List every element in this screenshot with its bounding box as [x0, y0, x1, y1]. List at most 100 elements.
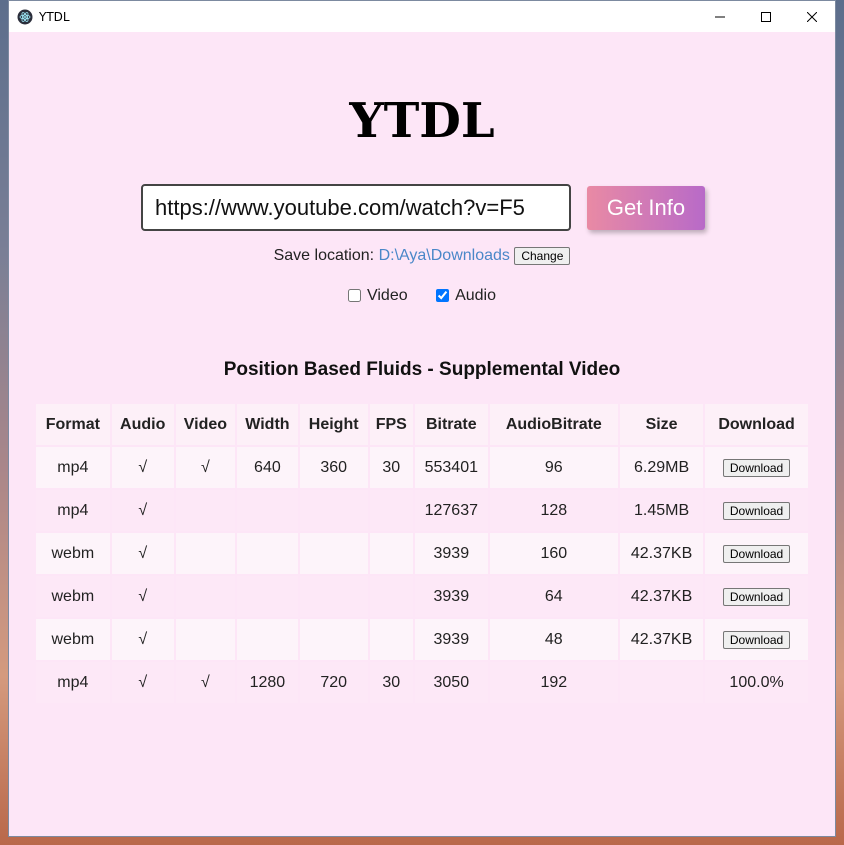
- cell-format: mp4: [36, 447, 110, 488]
- audio-option[interactable]: Audio: [436, 287, 496, 304]
- cell-bitrate: 3939: [415, 619, 488, 660]
- column-header: Bitrate: [415, 404, 488, 445]
- column-header: Size: [620, 404, 704, 445]
- cell-fps: [369, 576, 413, 617]
- cell-audio: √: [111, 576, 174, 617]
- cell-fps: [369, 533, 413, 574]
- cell-download: Download: [705, 576, 808, 617]
- cell-audio-bitrate: 192: [489, 662, 619, 703]
- cell-size: 1.45MB: [620, 490, 704, 531]
- save-location-row: Save location: D:\Aya\Downloads Change: [9, 247, 835, 265]
- cell-width: [237, 576, 298, 617]
- column-header: FPS: [369, 404, 413, 445]
- cell-download: Download: [705, 490, 808, 531]
- cell-audio-bitrate: 128: [489, 490, 619, 531]
- cell-audio: √: [111, 490, 174, 531]
- title-bar[interactable]: YTDL: [9, 1, 835, 32]
- cell-video: √: [175, 662, 236, 703]
- cell-width: [237, 533, 298, 574]
- cell-format: webm: [36, 576, 110, 617]
- cell-bitrate: 3050: [415, 662, 488, 703]
- page-title: YTDL: [349, 93, 495, 149]
- table-header-row: Format Audio Video Width Height FPS Bitr…: [36, 404, 808, 445]
- video-checkbox-label: Video: [366, 287, 408, 304]
- cell-height: [299, 533, 368, 574]
- download-button[interactable]: Download: [722, 544, 791, 563]
- table-row: webm √ 3939 48 42.37KB Download: [36, 619, 808, 660]
- cell-video: [175, 619, 236, 660]
- cell-height: [299, 576, 368, 617]
- cell-video: [175, 490, 236, 531]
- cell-width: [237, 619, 298, 660]
- cell-format: mp4: [36, 662, 110, 703]
- cell-bitrate: 553401: [415, 447, 488, 488]
- close-button[interactable]: [789, 1, 835, 32]
- url-row: Get Info: [141, 184, 705, 231]
- cell-size: 42.37KB: [620, 619, 704, 660]
- table-row: webm √ 3939 160 42.37KB Download: [36, 533, 808, 574]
- cell-format: mp4: [36, 490, 110, 531]
- column-header: Video: [175, 404, 236, 445]
- cell-width: [237, 490, 298, 531]
- get-info-button[interactable]: Get Info: [587, 185, 705, 230]
- electron-app-icon: [17, 9, 33, 24]
- cell-download: Download: [705, 447, 808, 488]
- cell-height: [299, 490, 368, 531]
- cell-width: 1280: [237, 662, 298, 703]
- column-header: Format: [36, 404, 110, 445]
- save-location-label: Save location:: [273, 247, 375, 265]
- cell-bitrate: 3939: [415, 576, 488, 617]
- download-button[interactable]: Download: [722, 630, 791, 649]
- cell-size: 42.37KB: [620, 533, 704, 574]
- change-location-button[interactable]: Change: [514, 247, 571, 265]
- cell-audio-bitrate: 96: [489, 447, 619, 488]
- cell-audio-bitrate: 48: [489, 619, 619, 660]
- table-row: mp4 √ √ 1280 720 30 3050 192 100.0%: [36, 662, 808, 703]
- cell-size: [620, 662, 704, 703]
- cell-download: Download: [705, 533, 808, 574]
- download-button[interactable]: Download: [722, 501, 791, 520]
- cell-audio-bitrate: 160: [489, 533, 619, 574]
- cell-download: Download: [705, 619, 808, 660]
- format-checkboxes: Video Audio: [9, 287, 835, 305]
- cell-fps: 30: [369, 447, 413, 488]
- save-location-path[interactable]: D:\Aya\Downloads: [379, 247, 510, 264]
- column-header: Width: [237, 404, 298, 445]
- audio-checkbox[interactable]: [436, 289, 450, 303]
- table-row: mp4 √ 127637 128 1.45MB Download: [36, 490, 808, 531]
- cell-width: 640: [237, 447, 298, 488]
- cell-height: [299, 619, 368, 660]
- cell-size: 42.37KB: [620, 576, 704, 617]
- cell-video: [175, 533, 236, 574]
- video-title: Position Based Fluids - Supplemental Vid…: [223, 359, 621, 380]
- cell-format: webm: [36, 619, 110, 660]
- cell-fps: [369, 490, 413, 531]
- audio-checkbox-label: Audio: [455, 287, 496, 304]
- video-checkbox[interactable]: [347, 289, 361, 303]
- table-row: mp4 √ √ 640 360 30 553401 96 6.29MB Down…: [36, 447, 808, 488]
- minimize-button[interactable]: [697, 1, 743, 32]
- cell-height: 360: [299, 447, 368, 488]
- cell-audio-bitrate: 64: [489, 576, 619, 617]
- app-window: YTDL YTDL Get Info Save location: D:\Aya…: [8, 0, 836, 837]
- column-header: AudioBitrate: [489, 404, 619, 445]
- video-option[interactable]: Video: [347, 287, 412, 304]
- cell-size: 6.29MB: [620, 447, 704, 488]
- cell-audio: √: [111, 533, 174, 574]
- cell-video: √: [175, 447, 236, 488]
- window-controls: [697, 1, 835, 32]
- cell-audio: √: [111, 619, 174, 660]
- cell-audio: √: [111, 447, 174, 488]
- cell-bitrate: 127637: [415, 490, 488, 531]
- cell-height: 720: [299, 662, 368, 703]
- cell-audio: √: [111, 662, 174, 703]
- formats-table: Format Audio Video Width Height FPS Bitr…: [34, 402, 810, 705]
- column-header: Audio: [111, 404, 174, 445]
- column-header: Height: [299, 404, 368, 445]
- url-input[interactable]: [141, 184, 571, 231]
- window-title: YTDL: [39, 9, 70, 24]
- maximize-button[interactable]: [743, 1, 789, 32]
- download-button[interactable]: Download: [722, 587, 791, 606]
- cell-fps: [369, 619, 413, 660]
- download-button[interactable]: Download: [722, 458, 791, 477]
